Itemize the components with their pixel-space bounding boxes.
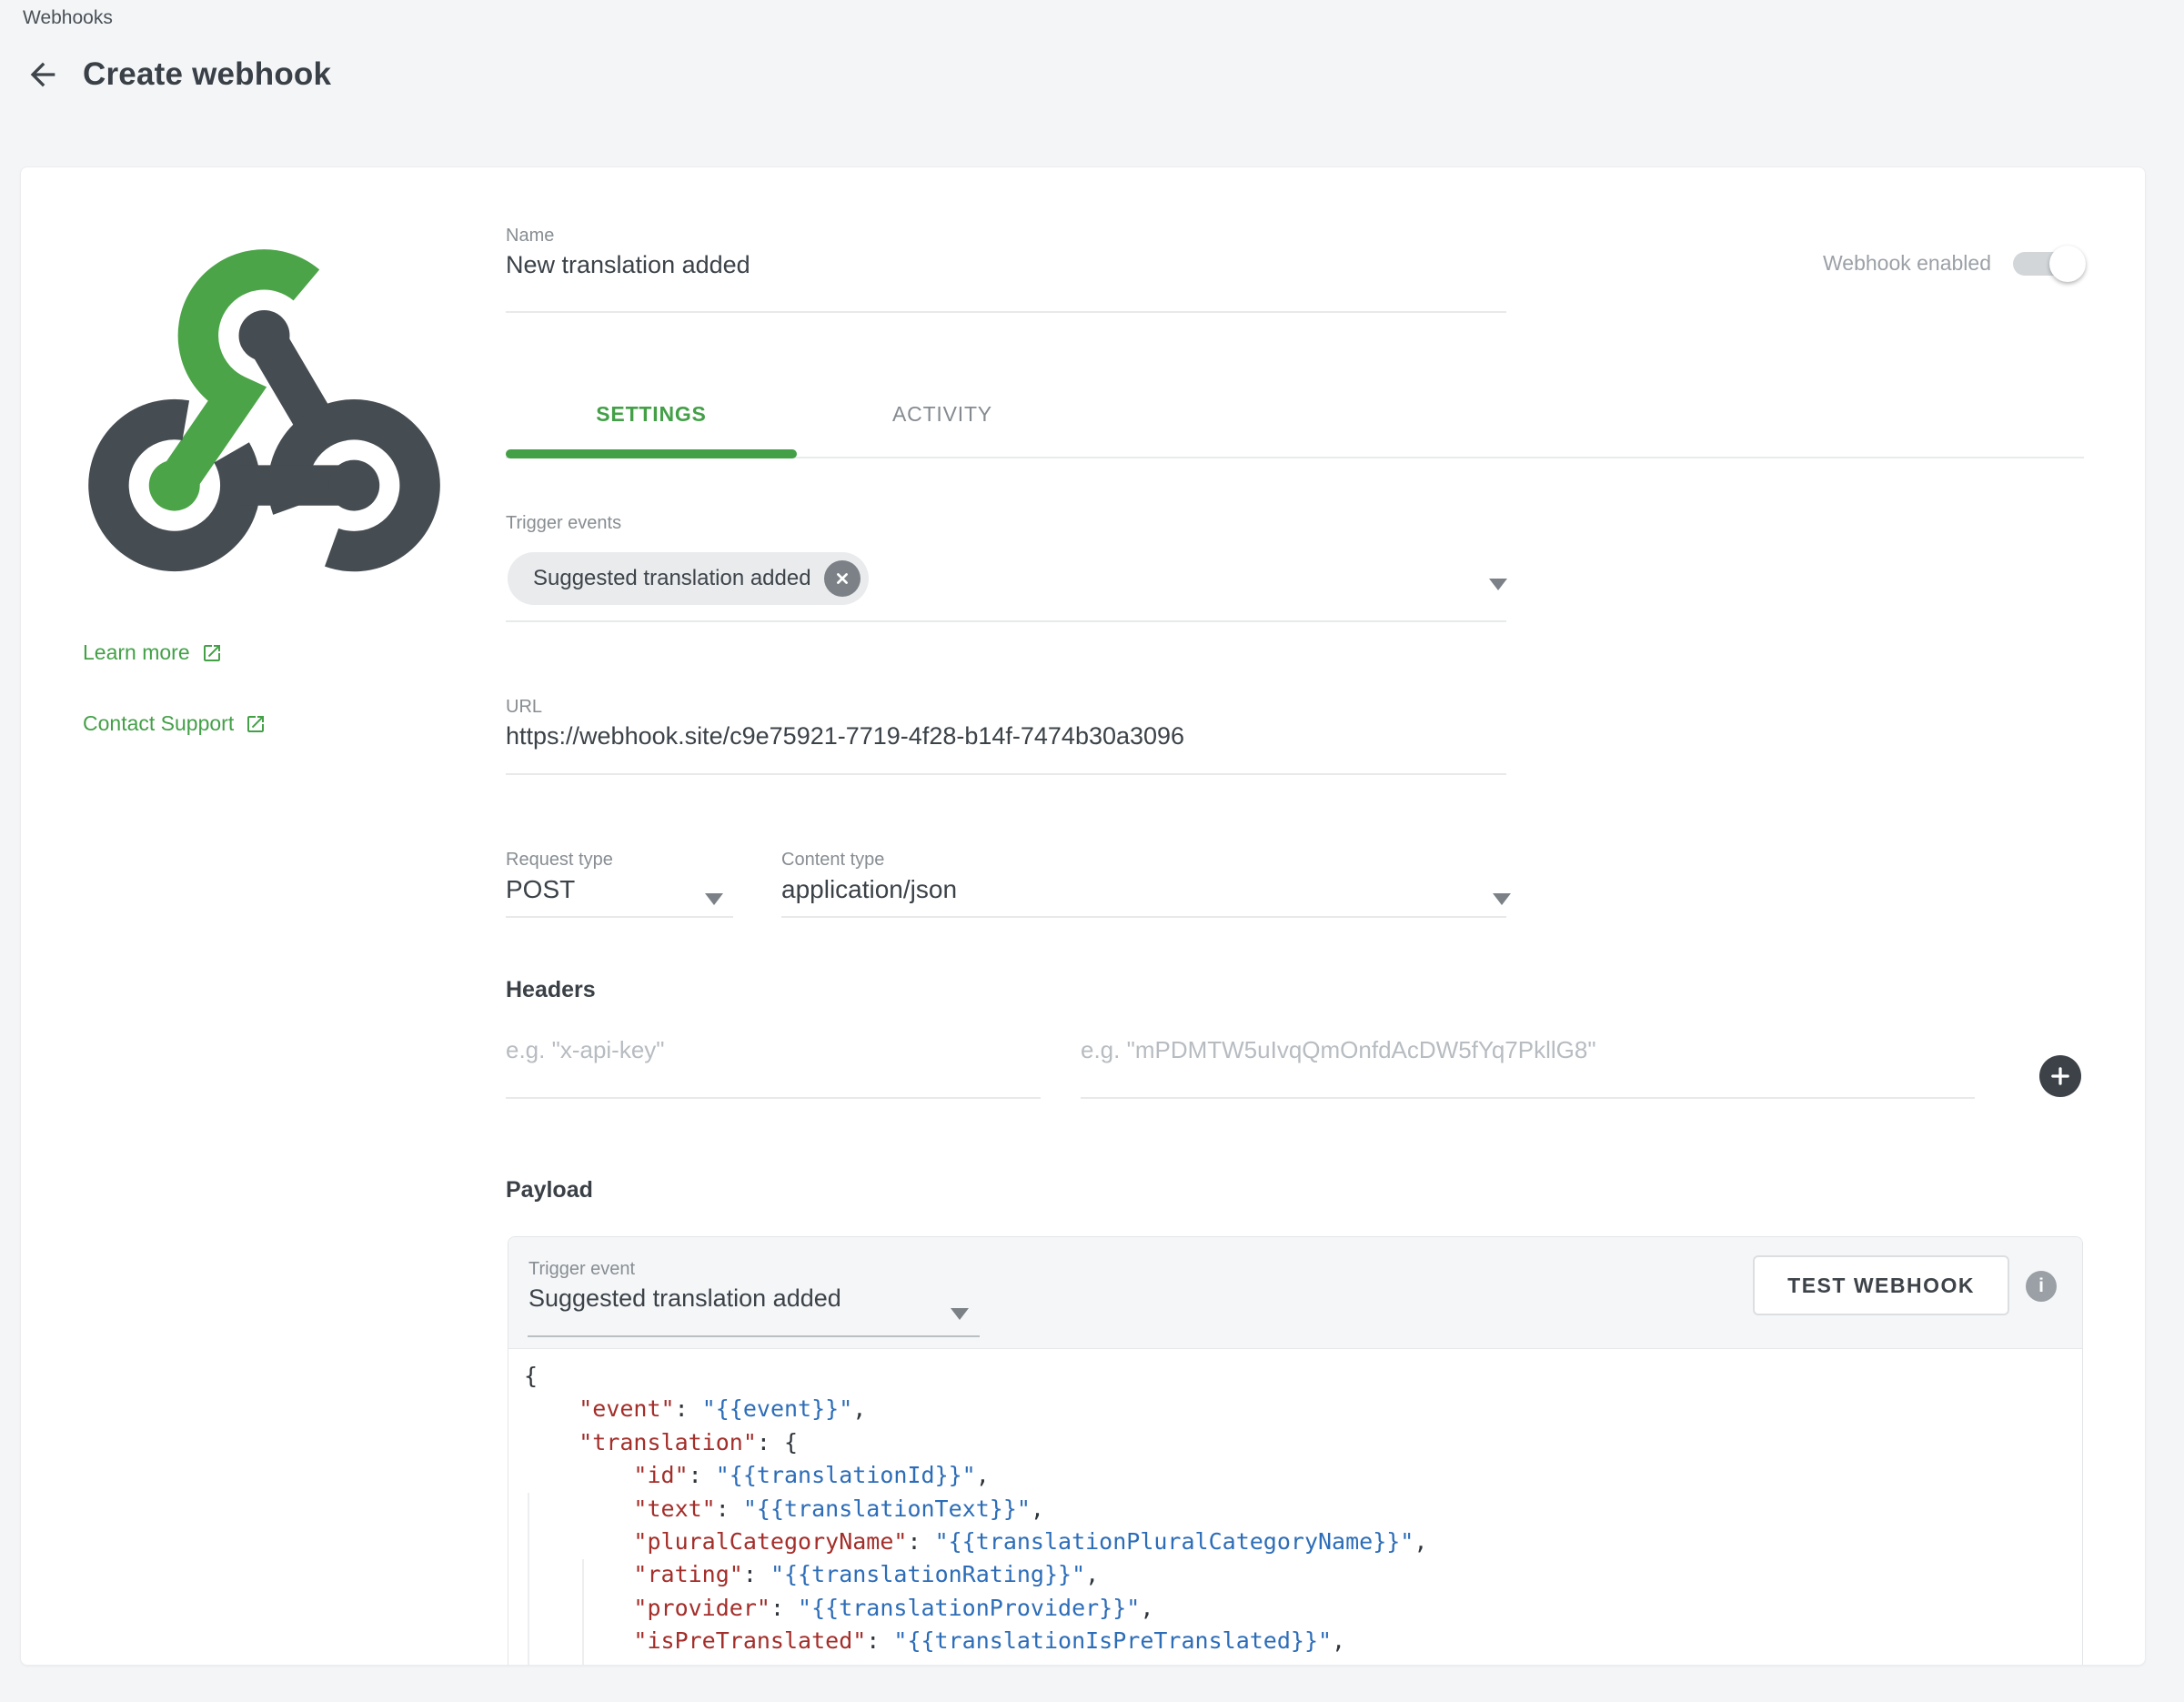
code-line: "text": "{{translationText}}",: [524, 1493, 2082, 1526]
page-header: Create webhook: [23, 55, 331, 95]
learn-more-link[interactable]: Learn more: [83, 640, 223, 665]
code-line: "createdAt": "{{translationCreatedAt}}",: [524, 1658, 2082, 1666]
payload-trigger-underline: [528, 1335, 980, 1337]
payload-panel: Trigger event Suggested translation adde…: [508, 1236, 2083, 1666]
header-key-input[interactable]: [506, 1036, 1041, 1064]
payload-trigger-event-select[interactable]: Suggested translation added: [528, 1284, 841, 1313]
trigger-events-underline: [506, 620, 1506, 622]
test-webhook-button[interactable]: TEST WEBHOOK: [1753, 1255, 2009, 1315]
plus-icon: [2048, 1063, 2073, 1089]
close-icon: [832, 569, 852, 589]
url-underline: [506, 773, 1506, 775]
trigger-event-chip[interactable]: Suggested translation added: [508, 552, 869, 605]
code-line: "rating": "{{translationRating}}",: [524, 1558, 2082, 1591]
header-key-underline: [506, 1097, 1041, 1099]
page-title: Create webhook: [83, 56, 331, 93]
url-input[interactable]: [506, 722, 1506, 750]
breadcrumb[interactable]: Webhooks: [23, 7, 113, 29]
back-button[interactable]: [23, 55, 63, 95]
info-icon[interactable]: i: [2026, 1271, 2057, 1302]
content-type-underline: [781, 916, 1506, 918]
learn-more-label: Learn more: [83, 640, 190, 665]
contact-support-label: Contact Support: [83, 711, 234, 736]
webhook-logo-icon: [85, 231, 444, 584]
tab-activity[interactable]: ACTIVITY: [797, 402, 1088, 427]
content-type-select[interactable]: application/json: [781, 875, 957, 904]
external-link-icon: [201, 642, 223, 664]
trigger-events-dropdown-arrow-icon[interactable]: [1489, 579, 1507, 590]
header-value-input[interactable]: [1081, 1036, 1975, 1064]
external-link-icon: [245, 713, 267, 735]
contact-support-link[interactable]: Contact Support: [83, 711, 267, 736]
tab-indicator: [506, 449, 797, 458]
payload-code-area: { "event": "{{event}}", "translation": {…: [508, 1349, 2082, 1666]
webhook-enabled-label: Webhook enabled: [1823, 251, 1991, 276]
code-line: "pluralCategoryName": "{{translationPlur…: [524, 1526, 2082, 1558]
header-value-underline: [1081, 1097, 1975, 1099]
tab-settings[interactable]: SETTINGS: [506, 402, 797, 427]
chip-label: Suggested translation added: [533, 566, 811, 591]
code-line: "isPreTranslated": "{{translationIsPreTr…: [524, 1625, 2082, 1657]
code-line: "provider": "{{translationProvider}}",: [524, 1592, 2082, 1625]
code-line: "translation": {: [524, 1426, 2082, 1459]
code-line: {: [524, 1360, 2082, 1393]
payload-trigger-event-label: Trigger event: [528, 1259, 635, 1280]
name-underline: [506, 311, 1506, 313]
add-header-button[interactable]: [2039, 1055, 2081, 1097]
webhook-enabled-toggle[interactable]: [2013, 252, 2086, 276]
code-line: "id": "{{translationId}}",: [524, 1459, 2082, 1492]
name-label: Name: [506, 226, 554, 247]
payload-trigger-dropdown-arrow-icon[interactable]: [951, 1308, 969, 1320]
trigger-events-label: Trigger events: [506, 513, 621, 534]
content-type-label: Content type: [781, 850, 884, 871]
url-label: URL: [506, 697, 542, 718]
payload-panel-header: Trigger event Suggested translation adde…: [508, 1237, 2082, 1349]
webhook-enabled-row: Webhook enabled: [1823, 251, 2086, 276]
request-type-dropdown-arrow-icon[interactable]: [705, 893, 723, 905]
webhook-card: Learn more Contact Support Name Webhook …: [20, 166, 2146, 1666]
request-type-underline: [506, 916, 733, 918]
payload-code[interactable]: { "event": "{{event}}", "translation": {…: [524, 1360, 2082, 1666]
request-type-label: Request type: [506, 850, 613, 871]
chip-remove-button[interactable]: [824, 560, 861, 597]
payload-title: Payload: [506, 1177, 593, 1203]
back-arrow-icon: [25, 56, 61, 93]
code-line: "event": "{{event}}",: [524, 1393, 2082, 1425]
request-type-select[interactable]: POST: [506, 875, 575, 904]
content-type-dropdown-arrow-icon[interactable]: [1493, 893, 1511, 905]
toggle-thumb: [2049, 246, 2086, 282]
name-input[interactable]: [506, 251, 1506, 279]
headers-title: Headers: [506, 977, 596, 1003]
